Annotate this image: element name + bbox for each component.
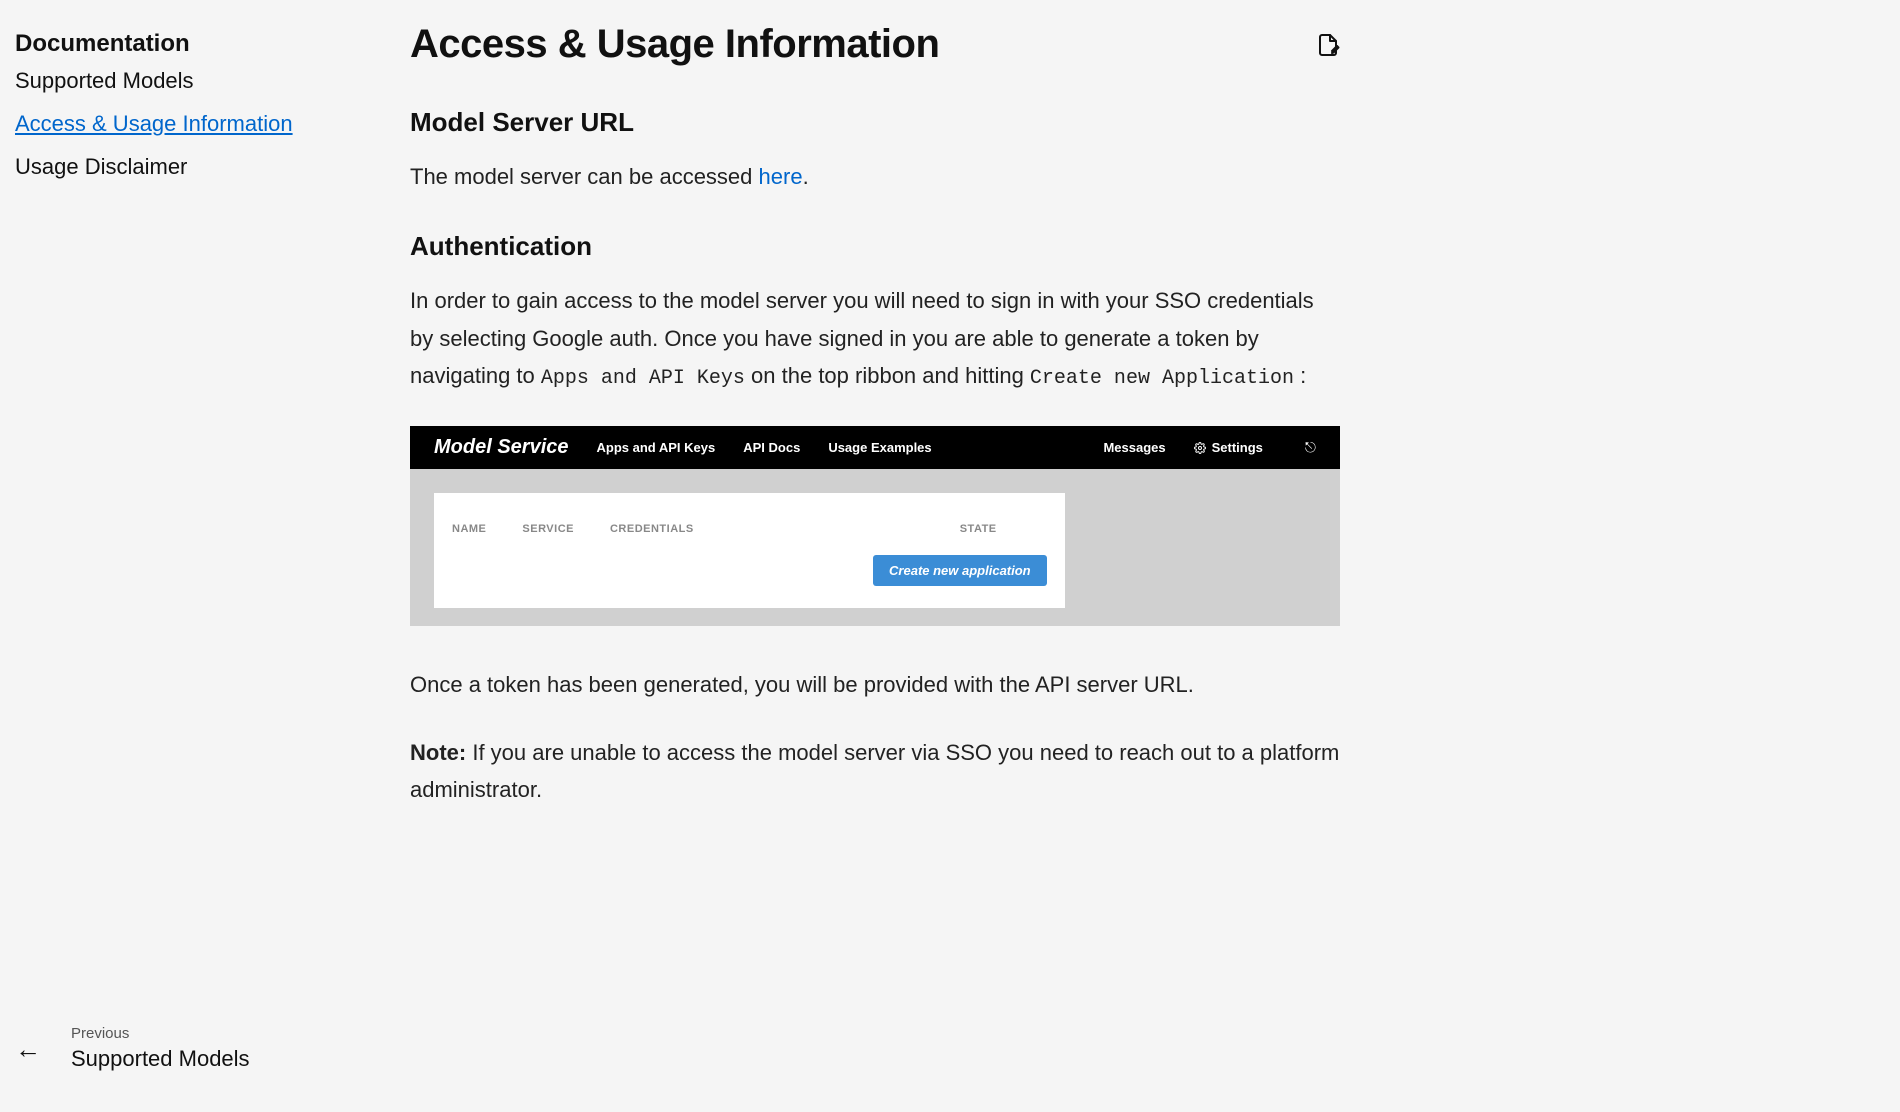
ss-nav-usage: Usage Examples xyxy=(828,440,931,455)
section-model-server-url: Model Server URL The model server can be… xyxy=(410,107,1340,195)
sidebar-item-access-usage[interactable]: Access & Usage Information xyxy=(15,109,360,140)
ss-topbar: Model Service Apps and API Keys API Docs… xyxy=(410,426,1340,469)
logout-icon: ⎋ xyxy=(1305,439,1316,456)
arrow-left-icon: ← xyxy=(15,1036,41,1062)
ss-logo: Model Service xyxy=(434,436,569,459)
section-heading: Model Server URL xyxy=(410,107,1340,138)
sidebar: Documentation Supported Models Access & … xyxy=(0,0,380,1112)
section-heading: Authentication xyxy=(410,231,1340,262)
ss-messages: Messages xyxy=(1103,440,1165,455)
sidebar-heading: Documentation xyxy=(15,30,360,58)
ss-nav-apps: Apps and API Keys xyxy=(597,440,716,455)
ss-nav-apidocs: API Docs xyxy=(743,440,800,455)
code-create-new-app: Create new Application xyxy=(1030,367,1294,390)
ss-create-app-button: Create new application xyxy=(873,555,1047,586)
auth-note: Note: If you are unable to access the mo… xyxy=(410,734,1340,809)
main-content: Access & Usage Information Model Server … xyxy=(380,0,1400,1112)
ss-panel: NAME SERVICE CREDENTIALS STATE Create ne… xyxy=(434,493,1065,608)
page-title: Access & Usage Information xyxy=(410,22,939,67)
previous-label: Previous xyxy=(71,1025,250,1042)
auth-paragraph-1: In order to gain access to the model ser… xyxy=(410,282,1340,396)
previous-page-link[interactable]: ← Previous Supported Models xyxy=(15,1025,360,1092)
auth-paragraph-2: Once a token has been generated, you wil… xyxy=(410,666,1340,703)
gear-icon xyxy=(1194,442,1206,454)
sidebar-item-supported-models[interactable]: Supported Models xyxy=(15,66,360,97)
model-server-link[interactable]: here xyxy=(759,164,803,189)
embedded-screenshot: Model Service Apps and API Keys API Docs… xyxy=(410,426,1340,626)
edit-page-icon[interactable] xyxy=(1316,33,1340,57)
previous-title: Supported Models xyxy=(71,1046,250,1072)
ss-table-headers: NAME SERVICE CREDENTIALS STATE xyxy=(452,523,1047,535)
ss-settings: Settings xyxy=(1194,440,1263,455)
section-authentication: Authentication In order to gain access t… xyxy=(410,231,1340,808)
code-apps-api-keys: Apps and API Keys xyxy=(541,367,745,390)
section-text: The model server can be accessed here. xyxy=(410,158,1340,195)
sidebar-item-usage-disclaimer[interactable]: Usage Disclaimer xyxy=(15,152,360,183)
